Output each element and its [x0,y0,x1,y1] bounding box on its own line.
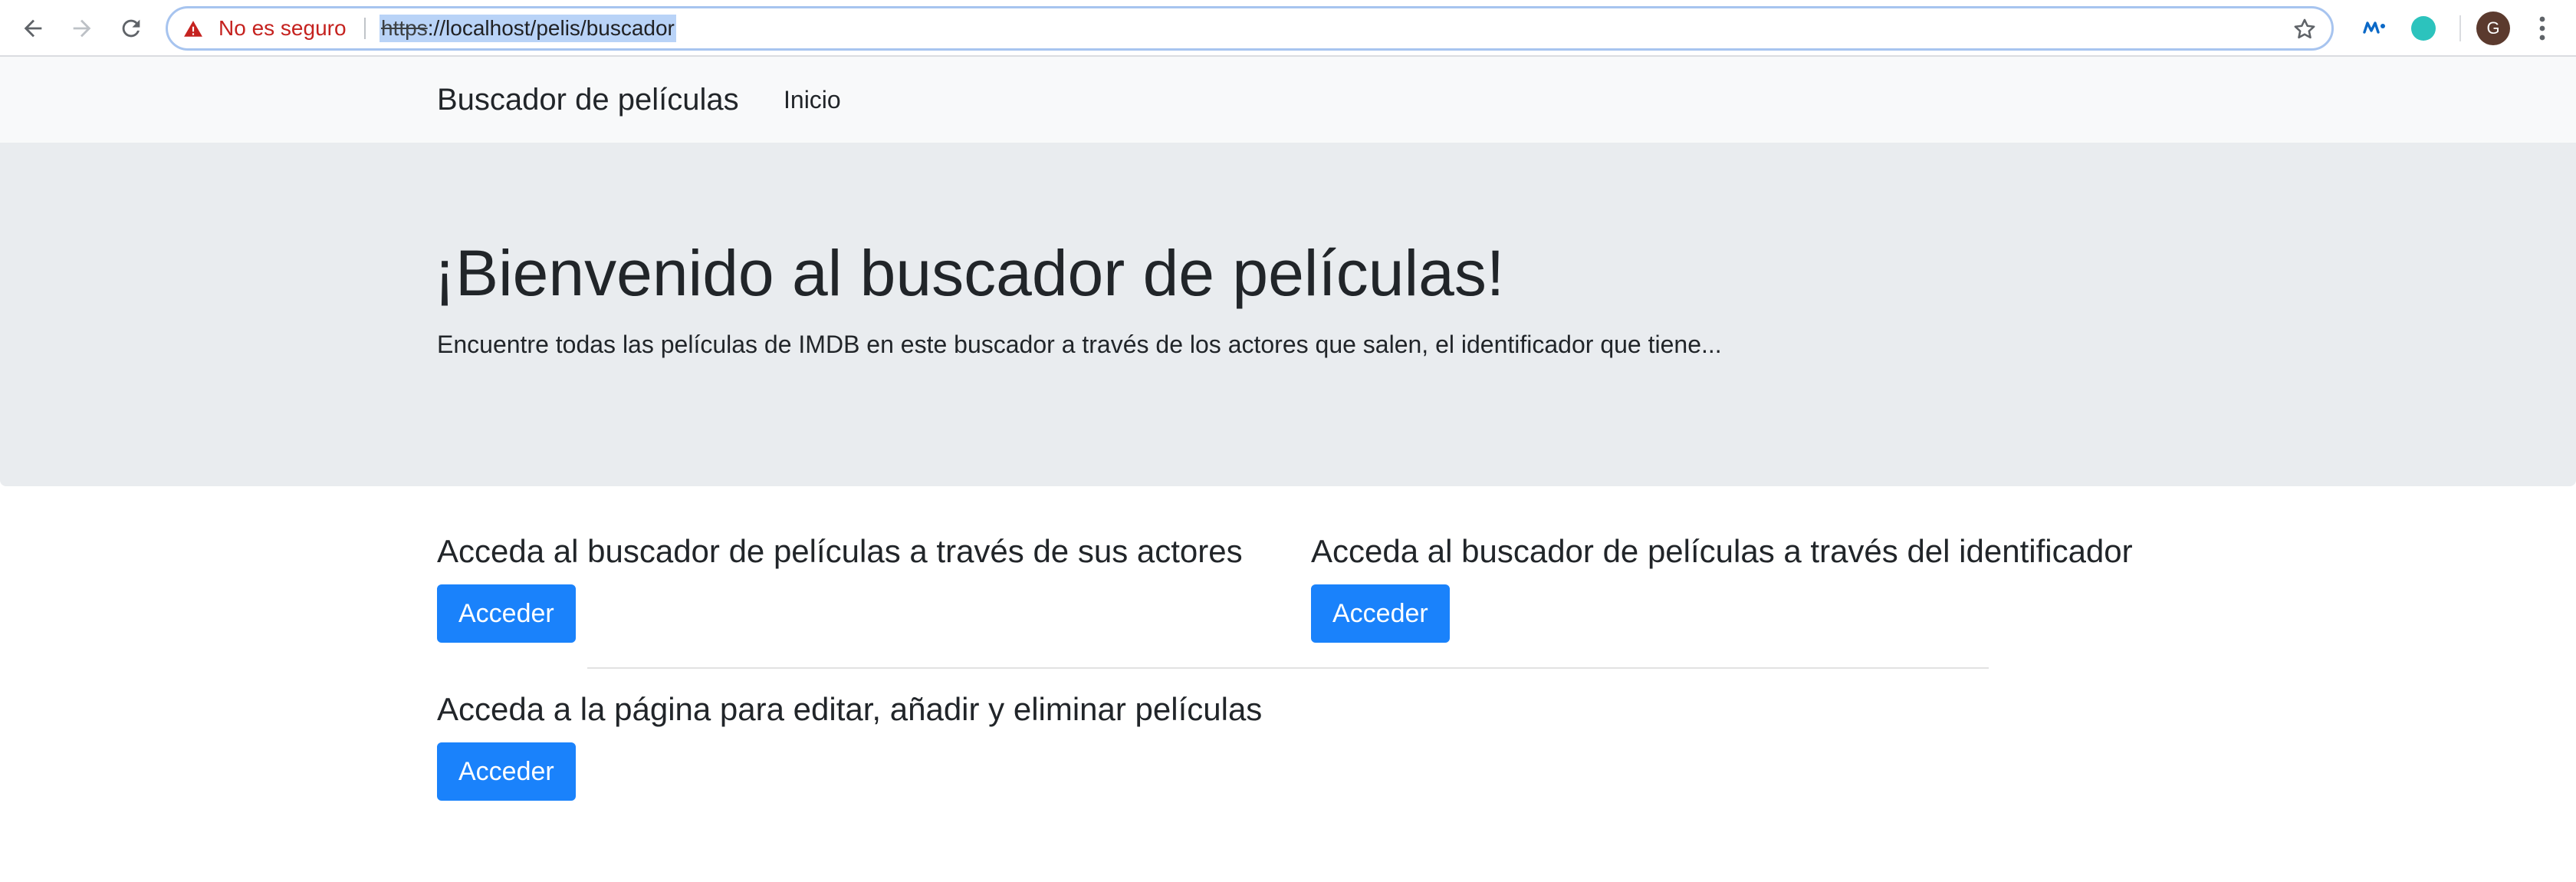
url-text[interactable]: https://localhost/pelis/buscador [380,15,676,42]
nav-link-inicio[interactable]: Inicio [784,57,841,143]
section-heading: Acceda al buscador de películas a través… [437,533,1243,569]
page-lead: Encuentre todas las películas de IMDB en… [437,331,1722,358]
acceder-identifier-button[interactable]: Acceder [1311,584,1450,643]
toolbar-separator [2459,15,2461,41]
menu-dots-icon[interactable] [2530,12,2555,44]
reload-icon [122,19,140,38]
teal-extension-icon[interactable] [2409,14,2438,43]
warning-icon [184,21,202,37]
acceder-actors-button[interactable]: Acceder [437,584,576,643]
url-scheme: https [381,16,428,40]
back-button[interactable] [15,11,51,46]
back-arrow-icon [24,19,42,38]
security-status[interactable]: No es seguro [219,8,347,48]
section-identifier: Acceda al buscador de películas a través… [1311,532,2170,647]
page-title: ¡Bienvenido al buscador de películas! [434,237,1505,309]
forward-arrow-icon [73,19,91,38]
section-divider [587,667,1989,669]
profile-avatar[interactable]: G [2476,12,2510,45]
reload-button[interactable] [113,11,149,46]
site-navbar: Buscador de películas Inicio [0,57,2576,143]
section-actors: Acceda al buscador de películas a través… [437,532,1243,647]
section-heading: Acceda a la página para editar, añadir y… [437,691,1263,727]
address-bar[interactable]: No es seguro https://localhost/pelis/bus… [166,6,2334,51]
browser-toolbar: No es seguro https://localhost/pelis/bus… [0,0,2576,57]
star-icon[interactable] [2292,16,2318,42]
section-edit: Acceda a la página para editar, añadir y… [437,690,1296,805]
forward-button[interactable] [64,11,100,46]
omnibox-divider [364,18,366,39]
navbar-brand[interactable]: Buscador de películas [437,57,739,143]
movistar-extension-icon[interactable] [2361,14,2389,41]
url-path: ://localhost/pelis/buscador [427,16,675,40]
section-heading: Acceda al buscador de películas a través… [1311,533,2133,569]
jumbotron: ¡Bienvenido al buscador de películas! En… [0,143,2576,486]
acceder-edit-button[interactable]: Acceder [437,742,576,801]
